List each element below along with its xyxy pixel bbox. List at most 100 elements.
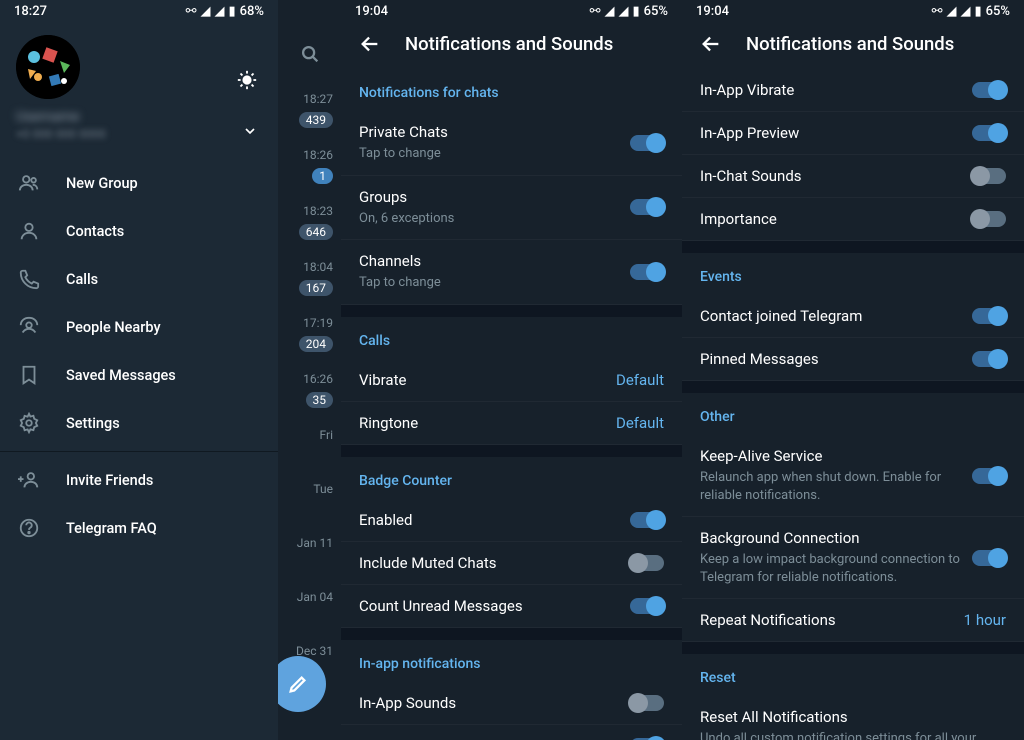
section-header: In-app notifications (341, 640, 682, 682)
settings-row[interactable]: In-App Sounds (341, 682, 682, 725)
menu-contacts[interactable]: Contacts (0, 207, 278, 255)
search-icon[interactable] (278, 26, 341, 82)
chat-time: Dec 31 (278, 644, 333, 658)
settings-panel-2: 19:04 ⚯ ◢ ◢ ▮ 65% Notifications and Soun… (682, 0, 1024, 740)
settings-row[interactable]: Groups On, 6 exceptions (341, 176, 682, 241)
chat-row[interactable]: 18:261 (278, 138, 341, 194)
row-value: Default (616, 371, 664, 389)
settings-row[interactable]: Vibrate Default (341, 359, 682, 402)
unread-badge: 439 (299, 112, 333, 128)
settings-row[interactable]: Contact joined Telegram (682, 295, 1024, 338)
settings-row[interactable]: Include Muted Chats (341, 542, 682, 585)
toggle-switch[interactable] (972, 211, 1006, 227)
help-icon (18, 517, 40, 539)
chat-row[interactable]: 16:2635 (278, 362, 341, 418)
section-gap (682, 642, 1024, 654)
bookmark-icon (18, 364, 40, 386)
settings-panel-1: 19:04 ⚯ ◢ ◢ ▮ 65% Notifications and Soun… (341, 0, 682, 740)
toggle-switch[interactable] (972, 82, 1006, 98)
row-title: Reset All Notifications (700, 708, 1006, 726)
app-bar: Notifications and Sounds (341, 21, 682, 69)
settings-row[interactable]: Enabled (341, 499, 682, 542)
row-title: In-App Preview (700, 124, 960, 142)
toggle-switch[interactable] (972, 468, 1006, 484)
toggle-switch[interactable] (630, 695, 664, 711)
row-subtitle: Undo all custom notification settings fo… (700, 730, 1006, 740)
settings-row[interactable]: In-App Vibrate (341, 725, 682, 740)
chat-row[interactable]: Tue (278, 472, 341, 526)
menu-people-nearby[interactable]: People Nearby (0, 303, 278, 351)
toggle-switch[interactable] (972, 351, 1006, 367)
toggle-switch[interactable] (972, 125, 1006, 141)
vpn-icon: ⚯ (932, 4, 943, 19)
settings-row[interactable]: Keep-Alive Service Relaunch app when shu… (682, 435, 1024, 517)
toggle-switch[interactable] (630, 264, 664, 280)
section-gap (341, 305, 682, 317)
settings-row[interactable]: Repeat Notifications 1 hour (682, 599, 1024, 642)
settings-row[interactable]: Private Chats Tap to change (341, 111, 682, 176)
chat-time: 16:26 (278, 372, 333, 386)
chat-row[interactable]: Jan 04 (278, 580, 341, 634)
back-icon[interactable] (700, 33, 722, 55)
row-title: Repeat Notifications (700, 611, 964, 629)
menu-saved[interactable]: Saved Messages (0, 351, 278, 399)
settings-row[interactable]: Count Unread Messages (341, 585, 682, 628)
settings-row[interactable]: Reset All Notifications Undo all custom … (682, 696, 1024, 740)
nearby-icon (18, 316, 40, 338)
toggle-switch[interactable] (972, 550, 1006, 566)
chevron-down-icon[interactable] (242, 123, 258, 139)
toggle-switch[interactable] (972, 168, 1006, 184)
avatar[interactable] (16, 35, 80, 99)
settings-row[interactable]: Pinned Messages (682, 338, 1024, 381)
row-subtitle: Tap to change (359, 145, 618, 163)
status-bar: 18:27 ⚯ ◢ ◢ ▮ 68% (0, 0, 278, 21)
settings-row[interactable]: Channels Tap to change (341, 240, 682, 305)
status-bar: 19:04 ⚯ ◢ ◢ ▮ 65% (682, 0, 1024, 21)
menu-label: Invite Friends (66, 472, 153, 489)
toggle-switch[interactable] (630, 135, 664, 151)
toggle-switch[interactable] (972, 308, 1006, 324)
toggle-switch[interactable] (630, 199, 664, 215)
menu-new-group[interactable]: New Group (0, 159, 278, 207)
row-subtitle: On, 6 exceptions (359, 210, 618, 228)
unread-badge: 167 (299, 280, 333, 296)
theme-toggle-icon[interactable] (236, 69, 258, 91)
chat-row[interactable]: Jan 11 (278, 526, 341, 580)
section-header: Calls (341, 317, 682, 359)
menu-invite[interactable]: Invite Friends (0, 456, 278, 504)
back-icon[interactable] (359, 33, 381, 55)
section-gap (682, 241, 1024, 253)
settings-row[interactable]: In-Chat Sounds (682, 155, 1024, 198)
vpn-icon: ⚯ (186, 4, 197, 19)
compose-fab[interactable] (278, 656, 326, 712)
settings-row[interactable]: Importance (682, 198, 1024, 241)
settings-row[interactable]: Ringtone Default (341, 402, 682, 445)
toggle-switch[interactable] (630, 598, 664, 614)
menu-calls[interactable]: Calls (0, 255, 278, 303)
menu-label: Saved Messages (66, 367, 176, 384)
chat-row[interactable]: Fri (278, 418, 341, 472)
chat-row[interactable]: 18:23646 (278, 194, 341, 250)
chat-time: 18:27 (278, 92, 333, 106)
unread-badge: 646 (299, 224, 333, 240)
chat-row[interactable]: 17:19204 (278, 306, 341, 362)
row-title: Background Connection (700, 529, 960, 547)
settings-row[interactable]: In-App Preview (682, 112, 1024, 155)
menu-settings[interactable]: Settings (0, 399, 278, 447)
section-gap (341, 628, 682, 640)
settings-row[interactable]: In-App Vibrate (682, 69, 1024, 112)
section-header: Notifications for chats (341, 69, 682, 111)
settings-row[interactable]: Background Connection Keep a low impact … (682, 517, 1024, 599)
menu-label: Calls (66, 271, 98, 288)
row-value: 1 hour (964, 611, 1006, 629)
wifi-icon: ◢ (946, 4, 956, 19)
chat-row[interactable]: 18:27 439 (278, 82, 341, 138)
toggle-switch[interactable] (630, 512, 664, 528)
drawer-header[interactable]: Username +0 000 000 0000 (0, 21, 278, 153)
section-header: Other (682, 393, 1024, 435)
menu-faq[interactable]: Telegram FAQ (0, 504, 278, 552)
unread-badge: 204 (299, 336, 333, 352)
toggle-switch[interactable] (630, 555, 664, 571)
chat-row[interactable]: 18:04167 (278, 250, 341, 306)
battery-pct: 68% (240, 4, 264, 19)
